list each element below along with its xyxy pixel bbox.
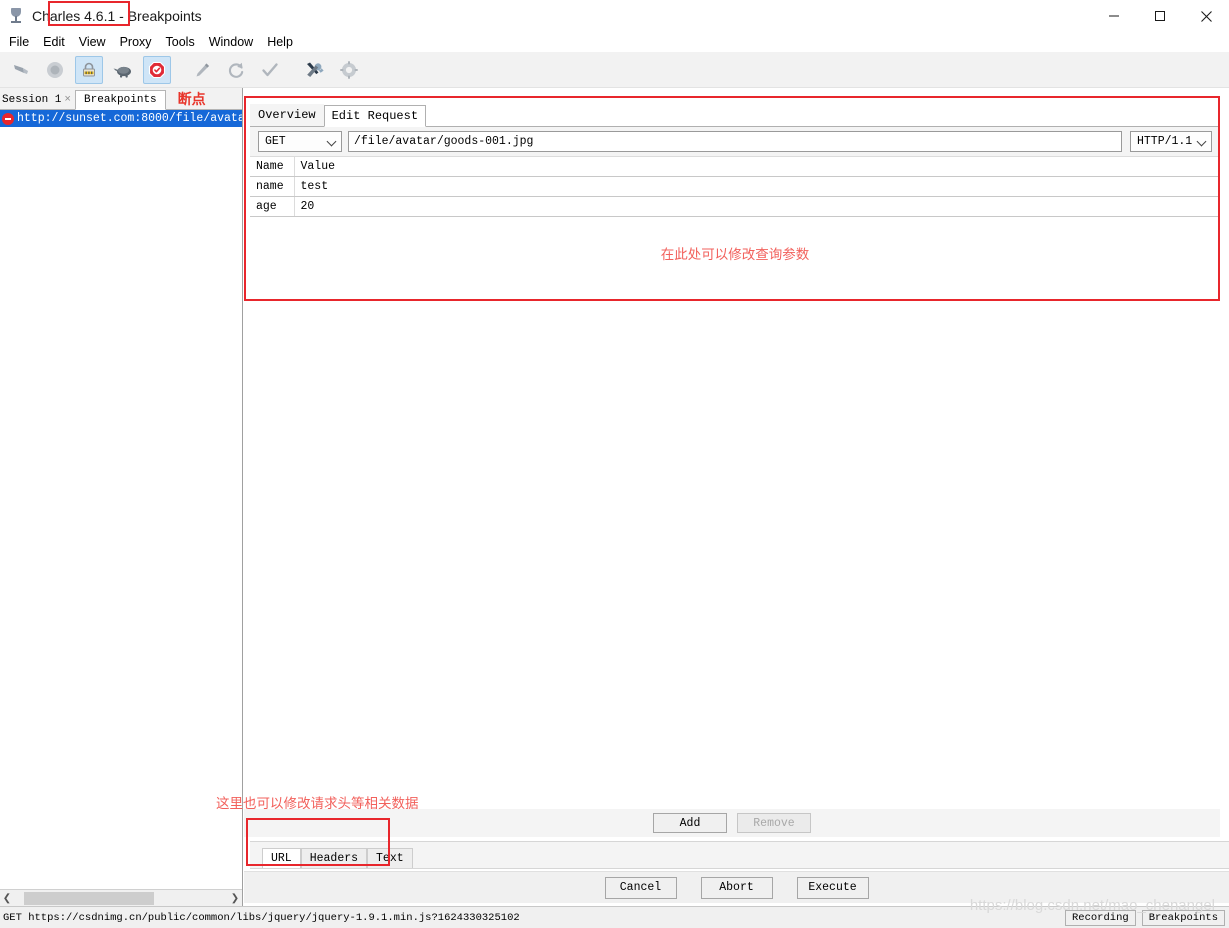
menu-bar: File Edit View Proxy Tools Window Help (0, 32, 1229, 52)
right-panel: Overview Edit Request GET /file/avatar/g… (216, 96, 1229, 906)
table-row[interactable]: age 20 (250, 196, 1220, 217)
tab-overview[interactable]: Overview (250, 104, 324, 126)
tab-session-1[interactable]: Session 1 × (0, 91, 75, 109)
tab-url[interactable]: URL (262, 848, 301, 868)
param-name-cell[interactable]: name (250, 176, 295, 197)
menu-proxy[interactable]: Proxy (113, 33, 159, 51)
action-button-row: Cancel Abort Execute (244, 871, 1229, 903)
left-panel: Session 1 × Breakpoints 断点 http://sunset.… (0, 88, 243, 907)
execute-button[interactable]: Execute (796, 876, 869, 899)
request-tab-strip: Overview Edit Request (250, 104, 1220, 127)
method-select[interactable]: GET (258, 131, 342, 152)
menu-view[interactable]: View (72, 33, 113, 51)
param-name-cell[interactable]: age (250, 196, 295, 217)
edit-request-area: Overview Edit Request GET /file/avatar/g… (250, 104, 1220, 305)
menu-file[interactable]: File (2, 33, 36, 51)
scrollbar-track[interactable] (14, 889, 228, 907)
chevron-down-icon (328, 137, 337, 146)
query-params-annotation: 在此处可以修改查询参数 (660, 247, 810, 263)
status-indicators: Recording Breakpoints (1059, 909, 1225, 926)
minimize-icon[interactable] (1091, 0, 1137, 32)
tab-edit-request[interactable]: Edit Request (323, 105, 427, 127)
status-text: GET https://csdnimg.cn/public/common/lib… (3, 911, 520, 924)
column-header-value[interactable]: Value (294, 157, 1220, 177)
menu-tools[interactable]: Tools (159, 33, 202, 51)
query-params-table: Name Value name test age 20 (250, 157, 1220, 217)
breakpoint-request-url: http://sunset.com:8000/file/avatar/goo (17, 112, 242, 125)
tab-text[interactable]: Text (367, 848, 413, 868)
path-input[interactable]: /file/avatar/goods-001.jpg (348, 131, 1122, 152)
remove-button: Remove (737, 813, 811, 833)
add-button[interactable]: Add (653, 813, 727, 833)
clear-session-icon[interactable] (7, 56, 35, 84)
record-icon[interactable] (41, 56, 69, 84)
menu-window[interactable]: Window (202, 33, 260, 51)
path-input-value: /file/avatar/goods-001.jpg (354, 135, 534, 148)
window-controls (1091, 0, 1229, 32)
tools-wrench-icon[interactable] (301, 56, 329, 84)
cancel-button[interactable]: Cancel (604, 876, 677, 899)
http-version-select[interactable]: HTTP/1.1 (1130, 131, 1212, 152)
validate-check-icon[interactable] (256, 56, 284, 84)
status-badge-recording[interactable]: Recording (1064, 909, 1136, 926)
tab-close-icon[interactable]: × (64, 94, 71, 106)
ssl-proxying-lock-icon[interactable] (75, 55, 103, 84)
tab-session-1-label: Session 1 (2, 94, 62, 106)
tab-breakpoints[interactable]: Breakpoints (75, 90, 166, 110)
status-bar: GET https://csdnimg.cn/public/common/lib… (0, 906, 1229, 928)
chevron-right-icon[interactable]: ❯ (228, 890, 242, 907)
param-value-cell[interactable]: 20 (294, 196, 1220, 217)
left-horizontal-scrollbar[interactable]: ❮ ❯ (0, 889, 242, 907)
request-section-tab-strip: URL Headers Text (250, 841, 1229, 869)
menu-edit[interactable]: Edit (36, 33, 72, 51)
repeat-refresh-icon[interactable] (222, 56, 250, 84)
tab-headers[interactable]: Headers (300, 848, 368, 868)
breakpoints-stop-icon[interactable] (143, 55, 171, 84)
column-header-name[interactable]: Name (250, 157, 295, 177)
window-title: Charles 4.6.1 - Breakpoints (32, 7, 202, 24)
chevron-left-icon[interactable]: ❮ (0, 890, 14, 907)
status-badge-breakpoints[interactable]: Breakpoints (1141, 909, 1225, 926)
scrollbar-thumb[interactable] (24, 891, 154, 905)
charles-glass-icon (8, 7, 24, 24)
param-value-cell[interactable]: test (294, 176, 1220, 197)
breakpoint-request-row[interactable]: http://sunset.com:8000/file/avatar/goo (0, 110, 242, 127)
chevron-down-icon (1198, 137, 1207, 146)
breakpoint-stop-icon (2, 112, 14, 125)
abort-button[interactable]: Abort (700, 876, 773, 899)
compose-pencil-icon[interactable] (188, 56, 216, 84)
method-select-value: GET (265, 135, 286, 148)
table-row[interactable]: name test (250, 176, 1220, 197)
maximize-icon[interactable] (1137, 0, 1183, 32)
toolbar (0, 52, 1229, 88)
title-bar: Charles 4.6.1 - Breakpoints (0, 0, 1229, 32)
breakpoints-annotation: 断点 (177, 91, 206, 108)
http-version-value: HTTP/1.1 (1137, 135, 1193, 148)
add-remove-row: Add Remove (244, 809, 1220, 837)
settings-gear-icon[interactable] (335, 56, 363, 84)
table-header-row: Name Value (250, 157, 1220, 177)
close-icon[interactable] (1183, 0, 1229, 32)
throttle-turtle-icon[interactable] (109, 56, 137, 84)
left-tab-strip: Session 1 × Breakpoints 断点 (0, 88, 242, 110)
method-url-row: GET /file/avatar/goods-001.jpg HTTP/1.1 (250, 127, 1220, 157)
menu-help[interactable]: Help (260, 33, 300, 51)
